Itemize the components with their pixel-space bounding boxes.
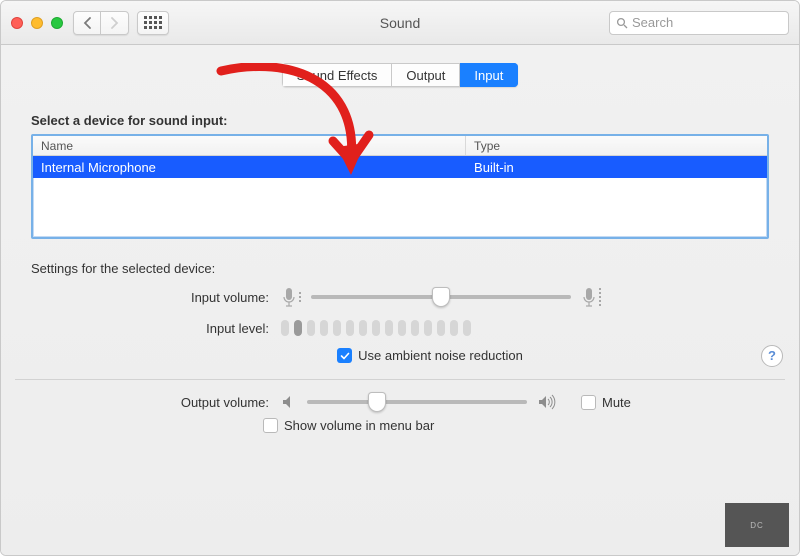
tab-bar: Sound Effects Output Input [1, 63, 799, 87]
grid-icon [144, 16, 162, 29]
input-volume-slider[interactable] [311, 295, 571, 299]
ambient-noise-row: Use ambient noise reduction ? [1, 348, 799, 363]
back-button[interactable] [73, 11, 101, 35]
output-volume-row: Output volume: Mute [31, 394, 769, 410]
minimize-window-button[interactable] [31, 17, 43, 29]
show-menubar-label: Show volume in menu bar [284, 418, 434, 433]
level-cell [333, 320, 341, 336]
slider-thumb[interactable] [368, 392, 386, 412]
input-device-table[interactable]: Name Type Internal Microphone Built-in [31, 134, 769, 239]
watermark-badge: DC [725, 503, 789, 547]
slider-thumb[interactable] [432, 287, 450, 307]
settings-heading: Settings for the selected device: [31, 261, 769, 276]
mute-label: Mute [602, 395, 631, 410]
chevron-right-icon [110, 17, 119, 29]
search-icon [616, 17, 628, 29]
sound-pane: Sound Effects Output Input Select a devi… [1, 45, 799, 555]
window-titlebar: Sound Search [1, 1, 799, 45]
input-level-meter [281, 320, 471, 336]
output-volume-label: Output volume: [31, 395, 281, 410]
table-header: Name Type [33, 136, 767, 156]
ambient-noise-checkbox[interactable] [337, 348, 352, 363]
search-input[interactable]: Search [609, 11, 789, 35]
level-cell [398, 320, 406, 336]
show-menubar-checkbox[interactable] [263, 418, 278, 433]
input-level-label: Input level: [31, 321, 281, 336]
speaker-high-icon [537, 394, 559, 410]
level-cell [385, 320, 393, 336]
ambient-noise-label: Use ambient noise reduction [358, 348, 523, 363]
help-button[interactable]: ? [761, 345, 783, 367]
input-device-section: Select a device for sound input: Name Ty… [31, 113, 769, 239]
input-volume-row: Input volume: [31, 286, 769, 308]
sound-pref-window: Sound Search Sound Effects Output Input … [0, 0, 800, 556]
speaker-low-icon [281, 394, 297, 410]
col-type[interactable]: Type [466, 136, 767, 155]
mic-high-icon [581, 286, 601, 308]
level-cell [307, 320, 315, 336]
level-cell [281, 320, 289, 336]
tab-input[interactable]: Input [460, 63, 518, 87]
forward-button[interactable] [101, 11, 129, 35]
device-name: Internal Microphone [33, 160, 466, 175]
level-cell [411, 320, 419, 336]
col-name[interactable]: Name [33, 136, 466, 155]
output-volume-slider[interactable] [307, 400, 527, 404]
input-level-row: Input level: [31, 320, 769, 336]
show-menubar-row: Show volume in menu bar [1, 418, 799, 433]
mic-low-icon [281, 286, 301, 308]
close-window-button[interactable] [11, 17, 23, 29]
divider [15, 379, 785, 380]
search-placeholder: Search [632, 15, 673, 30]
table-row[interactable]: Internal Microphone Built-in [33, 156, 767, 178]
input-volume-label: Input volume: [31, 290, 281, 305]
nav-button-group [73, 11, 129, 35]
level-cell [463, 320, 471, 336]
level-cell [294, 320, 302, 336]
level-cell [450, 320, 458, 336]
chevron-left-icon [83, 17, 92, 29]
level-cell [346, 320, 354, 336]
traffic-lights [11, 17, 63, 29]
zoom-window-button[interactable] [51, 17, 63, 29]
mute-checkbox[interactable] [581, 395, 596, 410]
level-cell [359, 320, 367, 336]
level-cell [372, 320, 380, 336]
level-cell [424, 320, 432, 336]
tab-output[interactable]: Output [392, 63, 460, 87]
level-cell [320, 320, 328, 336]
level-cell [437, 320, 445, 336]
show-all-prefs-button[interactable] [137, 11, 169, 35]
device-type: Built-in [466, 160, 767, 175]
tab-sound-effects[interactable]: Sound Effects [282, 63, 393, 87]
check-icon [340, 351, 350, 361]
input-device-heading: Select a device for sound input: [31, 113, 769, 128]
